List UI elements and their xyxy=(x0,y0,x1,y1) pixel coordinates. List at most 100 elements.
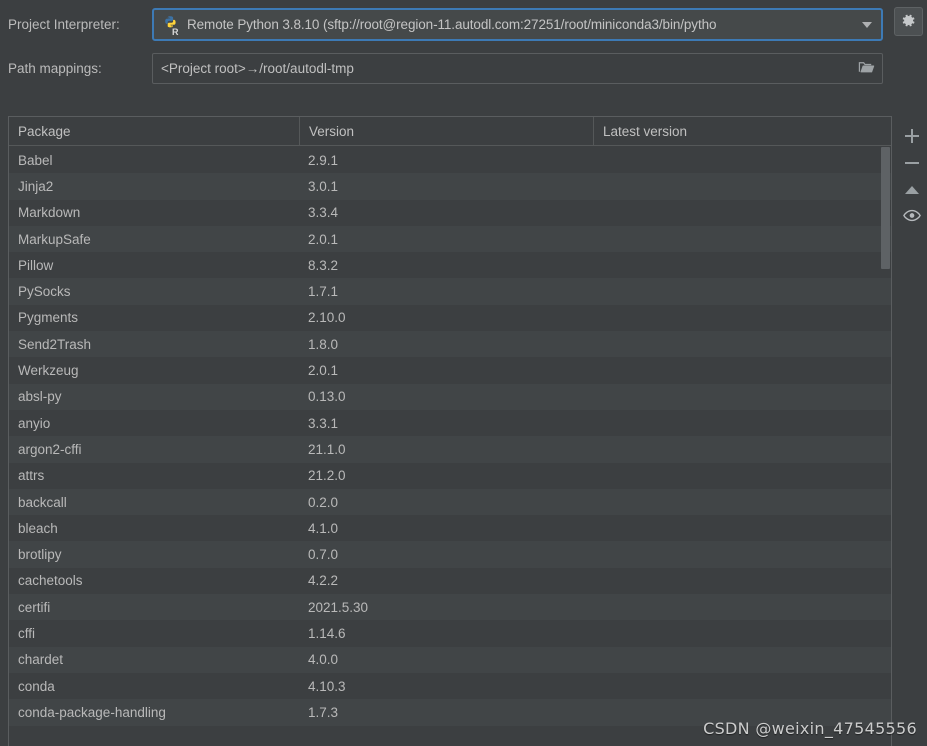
cell-package: absl-py xyxy=(18,389,62,405)
table-row[interactable]: Pygments 2.10.0 xyxy=(9,304,891,332)
cell-package: MarkupSafe xyxy=(18,231,91,247)
column-header-latest-version[interactable]: Latest version xyxy=(593,117,891,145)
cell-version: 1.8.0 xyxy=(308,336,339,352)
column-header-version[interactable]: Version xyxy=(299,117,593,145)
cell-version: 3.0.1 xyxy=(308,178,339,194)
cell-version: 0.13.0 xyxy=(308,389,346,405)
show-early-releases-button[interactable] xyxy=(898,203,926,230)
cell-version: 21.2.0 xyxy=(308,468,346,484)
cell-version: 2021.5.30 xyxy=(308,599,369,615)
cell-package: PySocks xyxy=(18,284,71,300)
cell-package: chardet xyxy=(18,652,64,668)
chevron-down-icon[interactable] xyxy=(862,21,872,28)
packages-toolbar xyxy=(896,116,927,746)
interpreter-row: Project Interpreter: R Remote Python 3.8… xyxy=(0,8,927,41)
folder-icon xyxy=(858,60,875,77)
pathmap-label: Path mappings: xyxy=(8,60,102,76)
remove-package-button[interactable] xyxy=(898,149,926,176)
cell-package: Babel xyxy=(18,152,53,168)
table-row[interactable]: chardet 4.0.0 xyxy=(9,646,891,673)
cell-package: Markdown xyxy=(18,205,81,221)
cell-package: brotlipy xyxy=(18,547,62,563)
cell-package: cachetools xyxy=(18,573,83,589)
cell-package: backcall xyxy=(18,494,67,510)
cell-version: 2.0.1 xyxy=(308,231,339,247)
table-row[interactable]: attrs 21.2.0 xyxy=(9,462,891,489)
packages-table-header: Package Version Latest version xyxy=(9,117,891,146)
cell-package: argon2-cffi xyxy=(18,441,82,457)
cell-version: 2.10.0 xyxy=(308,310,346,326)
cell-version: 1.7.1 xyxy=(308,284,339,300)
interpreter-label: Project Interpreter: xyxy=(8,17,120,32)
table-row[interactable]: Babel 2.9.1 xyxy=(9,147,891,174)
table-row[interactable]: MarkupSafe 2.0.1 xyxy=(9,225,891,253)
table-row[interactable]: anyio 3.3.1 xyxy=(9,409,891,437)
interpreter-settings-gear-button[interactable] xyxy=(894,7,923,36)
interpreter-value: Remote Python 3.8.10 (sftp://root@region… xyxy=(187,17,717,32)
cell-package: cffi xyxy=(18,625,36,641)
plus-icon xyxy=(904,128,919,143)
cell-version: 8.3.2 xyxy=(308,257,339,273)
cell-version: 4.2.2 xyxy=(308,573,339,589)
cell-package: Send2Trash xyxy=(18,336,92,352)
cell-package: conda xyxy=(18,678,55,694)
eye-icon xyxy=(902,209,921,225)
packages-table-scrollbar[interactable] xyxy=(880,147,891,746)
table-row[interactable]: argon2-cffi 21.1.0 xyxy=(9,436,891,463)
cell-package: conda-package-handling xyxy=(18,704,166,720)
cell-version: 3.3.4 xyxy=(308,205,339,221)
table-row[interactable]: conda-package-handling 1.7.3 xyxy=(9,699,891,726)
gear-icon xyxy=(901,13,916,31)
cell-version: 21.1.0 xyxy=(308,441,346,457)
svg-text:R: R xyxy=(172,27,179,36)
cell-version: 3.3.1 xyxy=(308,415,339,431)
cell-package: certifi xyxy=(18,599,51,615)
cell-package: bleach xyxy=(18,520,58,536)
table-row[interactable]: Pillow 8.3.2 xyxy=(9,252,891,279)
python-remote-icon: R xyxy=(160,14,182,37)
cell-package: attrs xyxy=(18,468,45,484)
interpreter-combobox[interactable]: R Remote Python 3.8.10 (sftp://root@regi… xyxy=(152,8,883,41)
upgrade-package-button[interactable] xyxy=(898,176,926,203)
cell-version: 4.10.3 xyxy=(308,678,346,694)
interpreter-settings-form: Project Interpreter: R Remote Python 3.8… xyxy=(0,0,927,100)
cell-version: 1.14.6 xyxy=(308,625,346,641)
cell-version: 2.9.1 xyxy=(308,152,339,168)
table-row[interactable]: Send2Trash 1.8.0 xyxy=(9,331,891,358)
cell-package: Pygments xyxy=(18,310,79,326)
cell-package: anyio xyxy=(18,415,51,431)
cell-version: 1.7.3 xyxy=(308,704,339,720)
table-row[interactable]: brotlipy 0.7.0 xyxy=(9,541,891,568)
cell-version: 0.7.0 xyxy=(308,547,339,563)
table-row[interactable]: cffi 1.14.6 xyxy=(9,620,891,647)
table-row[interactable]: bleach 4.1.0 xyxy=(9,515,891,542)
table-row[interactable]: backcall 0.2.0 xyxy=(9,488,891,516)
up-arrow-icon xyxy=(904,185,919,194)
table-row[interactable]: certifi 2021.5.30 xyxy=(9,594,891,621)
pathmap-value: <Project root>→/root/autodl-tmp xyxy=(161,60,354,76)
minus-icon xyxy=(904,156,919,170)
table-row[interactable]: Jinja2 3.0.1 xyxy=(9,173,891,200)
table-row[interactable] xyxy=(9,725,891,746)
pathmap-browse-button[interactable] xyxy=(853,56,879,81)
scrollbar-thumb[interactable] xyxy=(881,147,890,269)
table-row[interactable]: Werkzeug 2.0.1 xyxy=(9,357,891,384)
table-row[interactable]: cachetools 4.2.2 xyxy=(9,567,891,595)
cell-package: Werkzeug xyxy=(18,363,79,379)
pathmap-row: Path mappings: <Project root>→/root/auto… xyxy=(0,52,927,84)
packages-table: Package Version Latest version Babel 2.9.… xyxy=(8,116,892,746)
add-package-button[interactable] xyxy=(898,122,926,149)
packages-table-body: Babel 2.9.1 Jinja2 3.0.1 Markdown 3.3.4 Markup… xyxy=(9,147,891,746)
column-header-package[interactable]: Package xyxy=(9,117,299,145)
table-row[interactable]: PySocks 1.7.1 xyxy=(9,278,891,305)
cell-package: Pillow xyxy=(18,257,54,273)
table-row[interactable]: Markdown 3.3.4 xyxy=(9,199,891,226)
table-row[interactable]: absl-py 0.13.0 xyxy=(9,383,891,410)
cell-version: 4.0.0 xyxy=(308,652,339,668)
table-row[interactable]: conda 4.10.3 xyxy=(9,672,891,700)
cell-package: Jinja2 xyxy=(18,178,54,194)
cell-version: 0.2.0 xyxy=(308,494,339,510)
cell-version: 4.1.0 xyxy=(308,520,339,536)
pathmap-input[interactable]: <Project root>→/root/autodl-tmp xyxy=(152,52,883,84)
cell-version: 2.0.1 xyxy=(308,363,339,379)
